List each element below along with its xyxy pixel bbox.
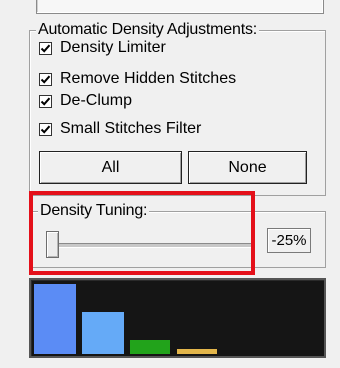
top-field bbox=[36, 0, 324, 14]
de-clump-checkbox[interactable] bbox=[39, 94, 52, 108]
automatic-density-group: Automatic Density Adjustments: Density L… bbox=[29, 21, 326, 196]
checkmark-icon bbox=[40, 75, 51, 84]
density-panel: Automatic Density Adjustments: Density L… bbox=[0, 0, 340, 368]
small-stitches-filter-option[interactable]: Small Stitches Filter bbox=[39, 120, 201, 138]
density-graph bbox=[29, 278, 326, 358]
de-clump-option[interactable]: De-Clump bbox=[39, 92, 132, 110]
remove-hidden-stitches-label: Remove Hidden Stitches bbox=[60, 70, 237, 87]
checkmark-icon bbox=[40, 44, 51, 53]
density-limiter-label: Density Limiter bbox=[60, 39, 166, 56]
checkmark-icon bbox=[40, 97, 51, 106]
small-stitches-filter-label: Small Stitches Filter bbox=[60, 120, 202, 137]
de-clump-label: De-Clump bbox=[60, 92, 133, 109]
highlight-box bbox=[29, 191, 255, 275]
graph-bar-4 bbox=[177, 349, 217, 354]
density-limiter-option[interactable]: Density Limiter bbox=[39, 39, 166, 57]
graph-bar-1 bbox=[34, 284, 76, 354]
checkmark-icon bbox=[40, 125, 51, 134]
all-button[interactable]: All bbox=[39, 151, 182, 184]
density-tuning-value: -25% bbox=[267, 228, 311, 253]
small-stitches-filter-checkbox[interactable] bbox=[39, 122, 52, 136]
density-limiter-checkbox[interactable] bbox=[39, 41, 52, 55]
remove-hidden-stitches-option[interactable]: Remove Hidden Stitches bbox=[39, 70, 236, 88]
none-button[interactable]: None bbox=[188, 151, 307, 184]
remove-hidden-stitches-checkbox[interactable] bbox=[39, 72, 52, 86]
automatic-density-title: Automatic Density Adjustments: bbox=[36, 21, 259, 39]
graph-bar-3 bbox=[130, 340, 170, 354]
graph-bar-2 bbox=[82, 312, 124, 354]
